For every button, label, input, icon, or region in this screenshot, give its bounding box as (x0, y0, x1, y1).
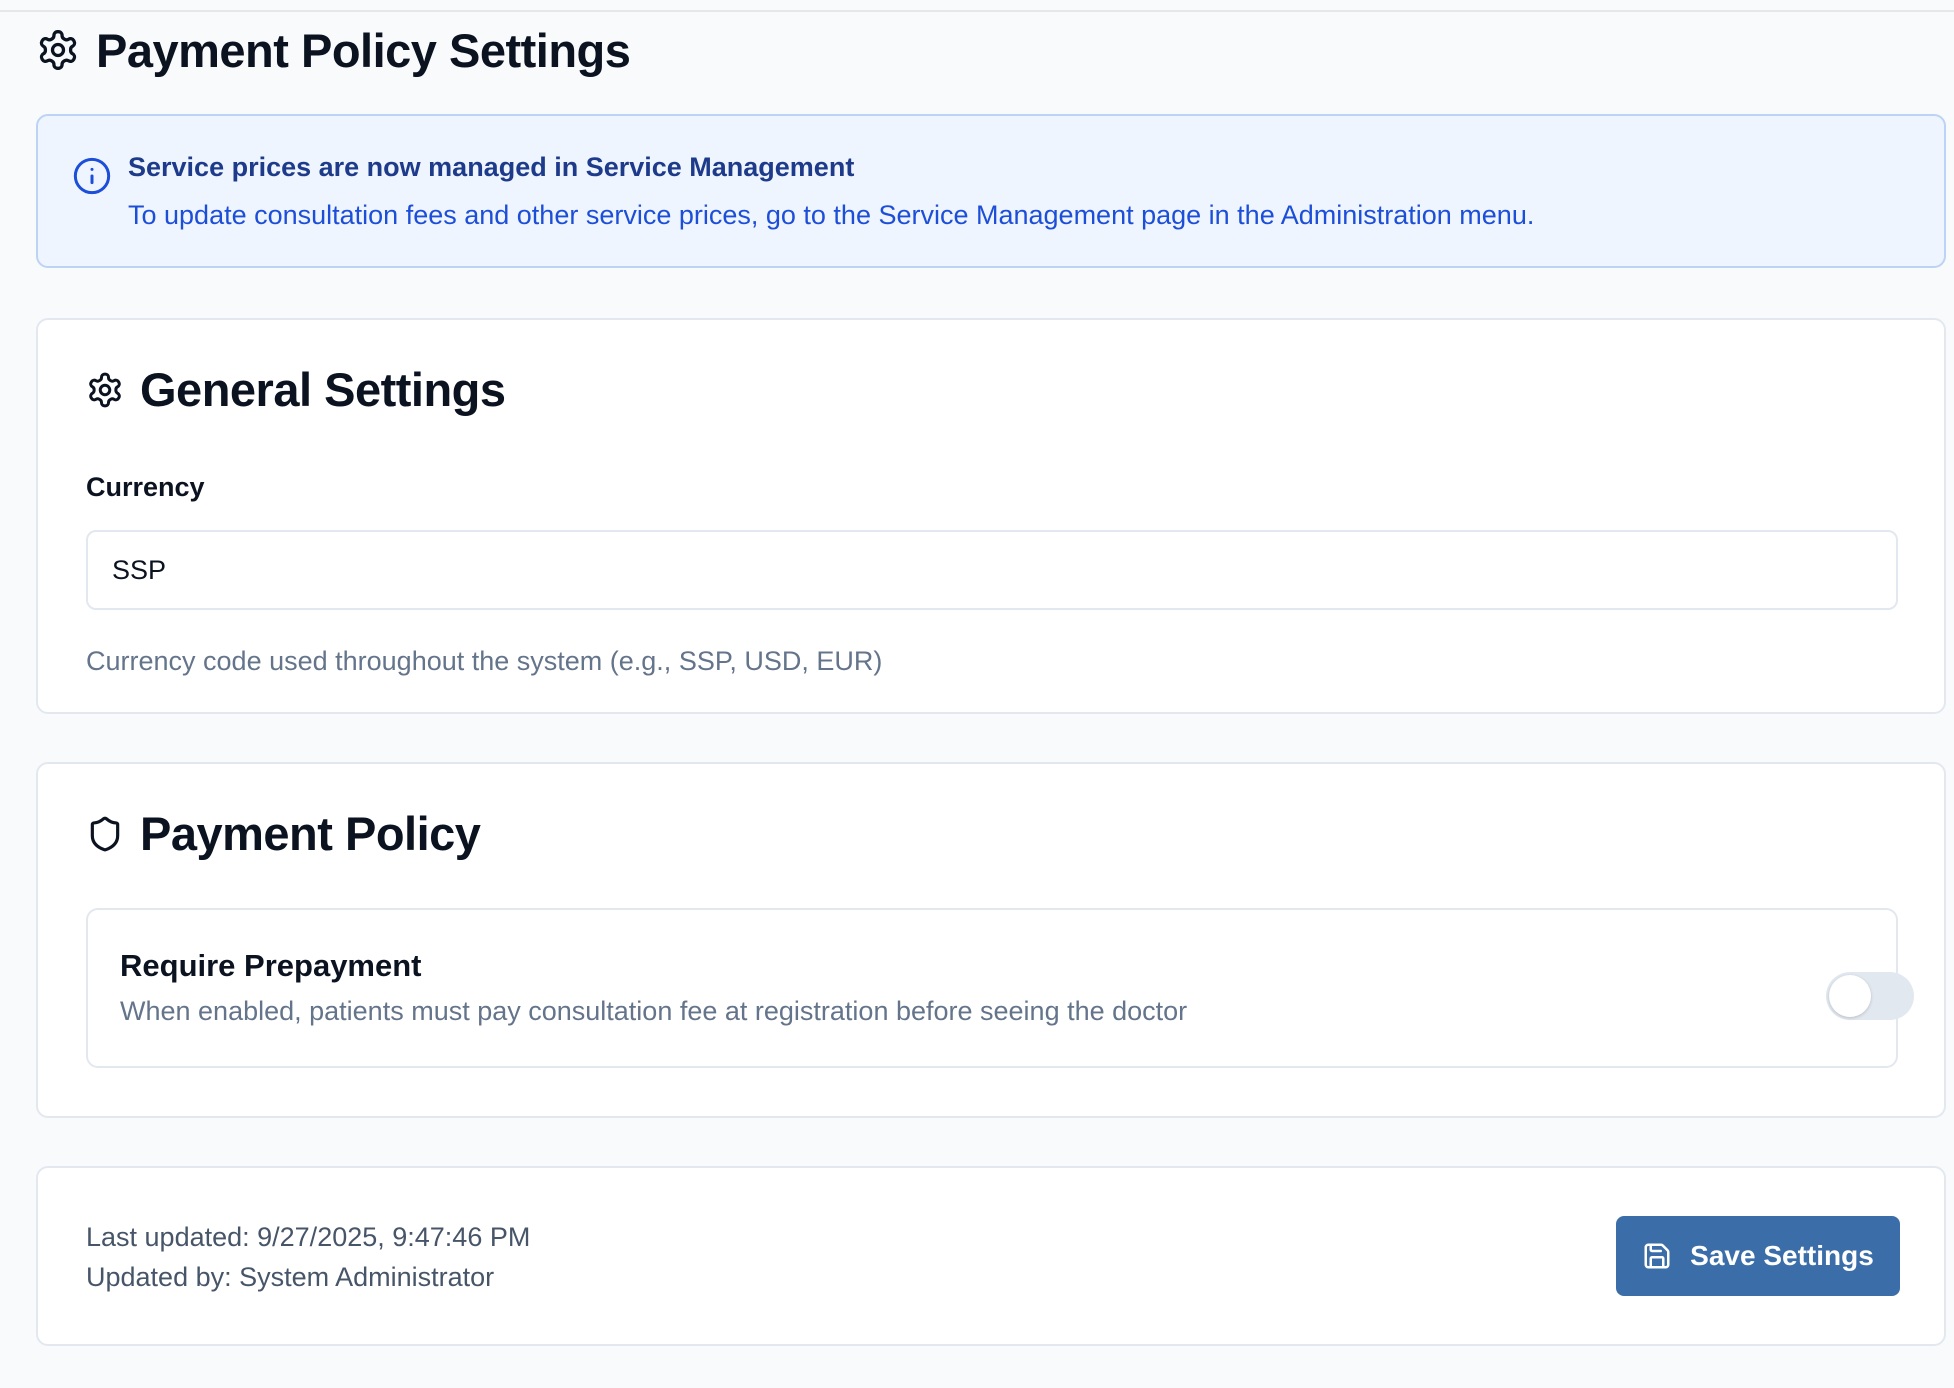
settings-footer-card: Last updated: 9/27/2025, 9:47:46 PM Upda… (36, 1166, 1946, 1346)
info-banner: Service prices are now managed in Servic… (36, 114, 1946, 268)
top-border (0, 0, 1954, 12)
currency-help-text: Currency code used throughout the system… (86, 646, 883, 676)
save-settings-label: Save Settings (1690, 1240, 1874, 1271)
info-banner-text: To update consultation fees and other se… (128, 200, 1535, 230)
general-settings-title: General Settings (140, 363, 506, 416)
gear-icon (89, 372, 121, 407)
currency-label: Currency (86, 472, 205, 502)
require-prepayment-description: When enabled, patients must pay consulta… (120, 996, 1188, 1026)
updated-by-text: Updated by: System Administrator (86, 1262, 495, 1292)
page-header: Payment Policy Settings (36, 18, 631, 82)
payment-policy-card: Payment Policy Require Prepayment When e… (36, 762, 1946, 1118)
require-prepayment-label: Require Prepayment (120, 948, 422, 983)
gear-icon (39, 30, 77, 70)
payment-policy-title: Payment Policy (140, 807, 481, 860)
require-prepayment-row: Require Prepayment When enabled, patient… (86, 908, 1914, 1068)
save-icon (1644, 1243, 1670, 1269)
info-banner-title: Service prices are now managed in Servic… (128, 152, 855, 182)
save-settings-button[interactable]: Save Settings (1616, 1216, 1900, 1296)
last-updated-text: Last updated: 9/27/2025, 9:47:46 PM (86, 1222, 531, 1252)
general-settings-header: General Settings (86, 362, 506, 417)
shield-icon (90, 816, 120, 851)
page-title: Payment Policy Settings (96, 23, 631, 77)
info-icon (73, 157, 111, 195)
currency-input[interactable] (86, 530, 1898, 610)
toggle-knob (1829, 975, 1871, 1017)
general-settings-card: General Settings Currency Currency code … (36, 318, 1946, 714)
require-prepayment-toggle[interactable] (1826, 972, 1914, 1020)
payment-policy-header: Payment Policy (86, 806, 481, 861)
